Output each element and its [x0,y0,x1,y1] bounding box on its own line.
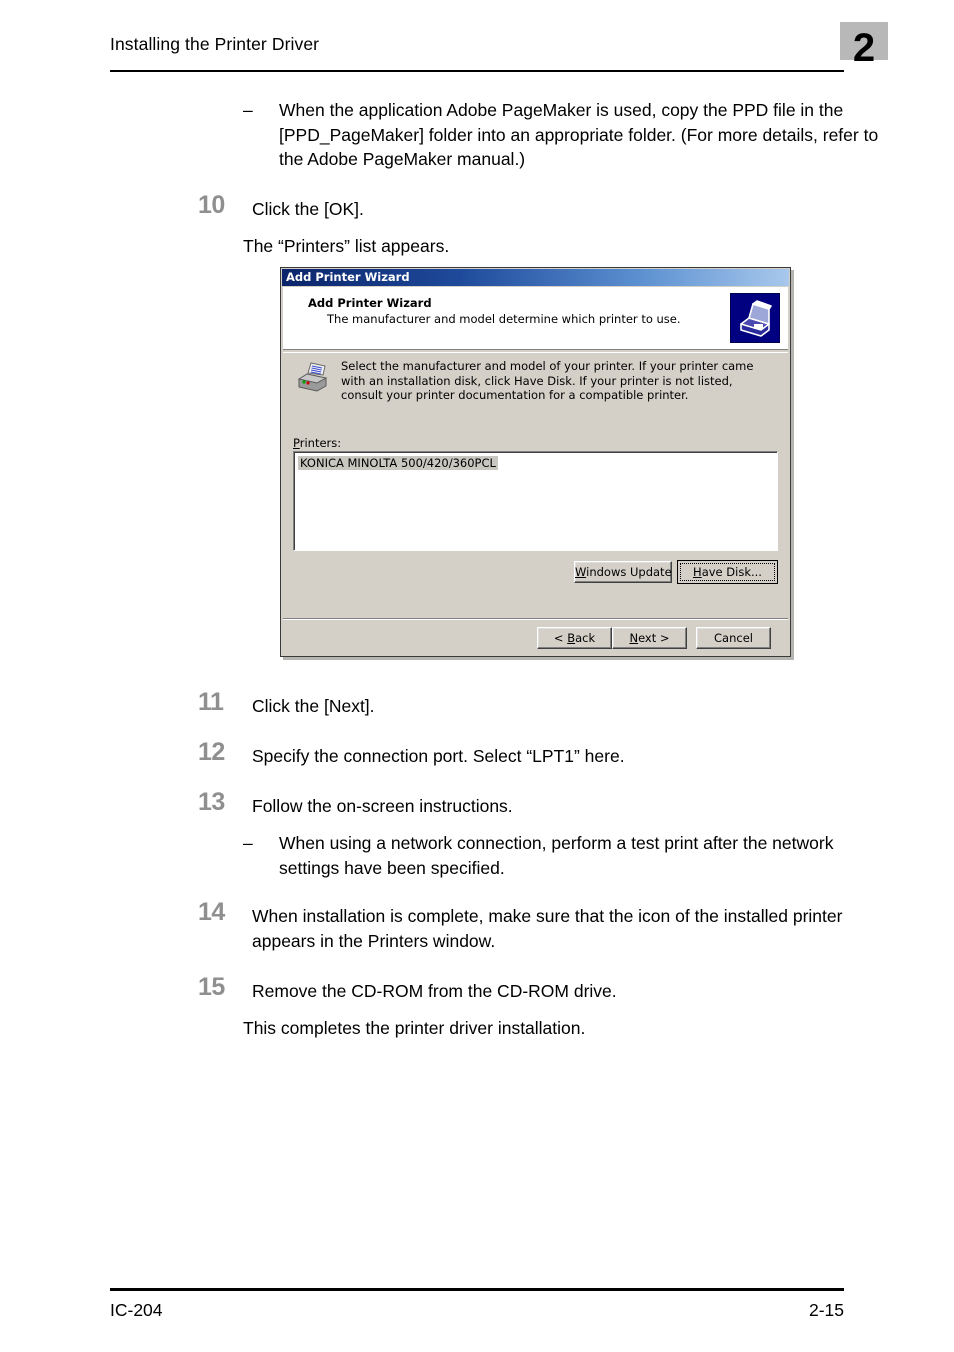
printer-icon [295,361,331,393]
step-15-text: Remove the CD-ROM from the CD-ROM drive. [252,981,617,1001]
step-12-text: Specify the connection port. Select “LPT… [252,746,625,766]
printers-listbox[interactable]: KONICA MINOLTA 500/420/360PCL [293,451,778,551]
step-13-bullet-text: When using a network connection, perform… [279,833,834,878]
step-13-number: 13 [198,788,225,816]
dialog-header-title: Add Printer Wizard [308,296,432,310]
printers-label-accel: P [293,436,300,450]
step-13-text: Follow the on-screen instructions. [252,796,513,816]
bullet-dash: – [243,100,253,120]
step-11-text: Click the [Next]. [252,696,375,716]
step-10: 10 Click the [OK]. [198,193,888,222]
have-disk-button[interactable]: Have Disk... [677,560,778,584]
dialog-body: Select the manufacturer and model of you… [283,352,788,617]
step-15-number: 15 [198,973,225,1001]
back-accel: B [567,631,576,645]
intro-bullet-text: When the application Adobe PageMaker is … [279,100,879,169]
dialog-body-text: Select the manufacturer and model of you… [341,359,754,402]
header-rule [110,69,844,72]
chapter-number: 2 [852,26,876,70]
step-10-number: 10 [198,191,225,219]
step-14: 14 When installation is complete, make s… [198,900,888,954]
page-title: Installing the Printer Driver [110,34,320,54]
printer-wizard-icon [730,293,780,343]
next-button[interactable]: Next > [612,627,687,649]
page-header: Installing the Printer Driver [110,30,844,72]
step-13: 13 Follow the on-screen instructions. [198,790,888,819]
footer-page-number: 2-15 [808,1300,844,1320]
step-13-bullet: – When using a network connection, perfo… [243,831,883,880]
windows-update-accel: W [575,565,587,579]
dialog-header-panel: Add Printer Wizard The manufacturer and … [283,287,788,350]
back-button[interactable]: < Back [537,627,612,649]
step-14-text: When installation is complete, make sure… [252,906,843,951]
intro-bullet: – When the application Adobe PageMaker i… [243,98,883,172]
printers-label: Printers: [293,436,341,450]
add-printer-wizard-dialog: Add Printer Wizard Add Printer Wizard Th… [280,267,791,657]
step-14-number: 14 [198,898,225,926]
step-15: 15 Remove the CD-ROM from the CD-ROM dri… [198,975,888,1004]
printers-label-rest: rinters: [299,436,342,450]
footer-document-id: IC-204 [110,1300,163,1320]
dialog-header-subtitle: The manufacturer and model determine whi… [327,312,681,326]
footer-highlight-line [283,619,788,620]
dialog-titlebar: Add Printer Wizard [282,269,789,286]
step-12: 12 Specify the connection port. Select “… [198,740,888,769]
list-item[interactable]: KONICA MINOLTA 500/420/360PCL [298,456,498,470]
back-prefix: < [553,631,568,645]
step-10-text: Click the [OK]. [252,199,364,219]
step-12-number: 12 [198,738,225,766]
next-label: ext > [638,631,670,645]
windows-update-label: indows Update [586,565,672,579]
focus-ring [680,563,775,581]
cancel-button[interactable]: Cancel [696,627,771,649]
next-accel: N [629,631,639,645]
dialog-footer: < Back Next > Cancel [283,618,788,654]
step-11: 11 Click the [Next]. [198,690,888,719]
step-10-note: The “Printers” list appears. [243,236,450,256]
step-11-number: 11 [198,688,224,716]
footer-rule [110,1288,844,1291]
back-label: ack [575,631,596,645]
step-15-note: This completes the printer driver instal… [243,1018,586,1038]
chapter-badge: 2 [840,22,888,68]
bullet-dash: – [243,833,253,853]
windows-update-button[interactable]: Windows Update [574,561,672,583]
